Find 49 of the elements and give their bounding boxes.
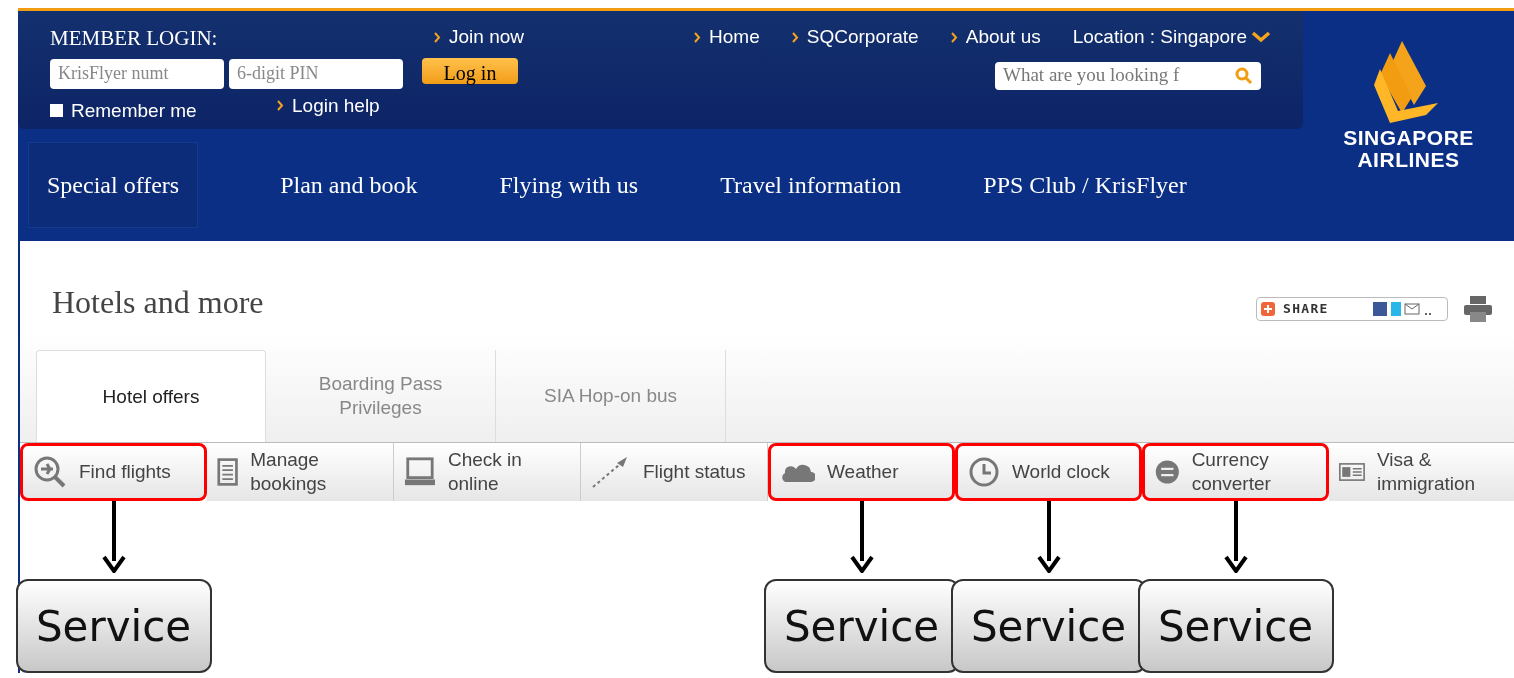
nav-tab[interactable]: Special offers (28, 142, 199, 228)
share-button[interactable]: SHARE (1256, 297, 1448, 321)
top-link[interactable]: SQCorporate (791, 23, 919, 52)
chevron-icon (694, 31, 702, 43)
nav-tab[interactable]: PPS Club / KrisFlyer (965, 142, 1205, 228)
plus-icon (1261, 302, 1275, 316)
logo-text: SINGAPORE AIRLINES (1343, 127, 1474, 171)
remember-checkbox[interactable] (50, 104, 63, 118)
service-item[interactable]: Currency converter (1142, 443, 1329, 501)
login-help-link[interactable]: Login help (277, 91, 524, 120)
service-item[interactable]: Manage bookings (207, 443, 394, 501)
search-icon (1235, 66, 1253, 85)
login-button[interactable]: Log in (422, 57, 518, 84)
id-card-icon (1339, 461, 1365, 483)
pin-field[interactable]: 6-digit PIN (229, 58, 403, 89)
chevron-icon (434, 31, 441, 43)
chevron-icon (277, 100, 284, 112)
service-item[interactable]: World clock (955, 443, 1142, 501)
search-plane-icon (33, 455, 67, 489)
service-item[interactable]: Check in online (394, 443, 581, 501)
clock-icon (968, 456, 1000, 488)
document-icon (217, 456, 239, 488)
top-link[interactable]: About us (950, 23, 1041, 52)
nav-tab[interactable]: Travel information (702, 142, 920, 228)
chevron-down-icon (1251, 31, 1271, 44)
join-link[interactable]: Join now (434, 23, 524, 52)
arrow-icon (1036, 501, 1061, 573)
member-number-field[interactable]: KrisFlyer numt (50, 58, 224, 89)
arrow-icon (849, 501, 874, 573)
login-title: MEMBER LOGIN: (50, 25, 219, 52)
top-link[interactable]: Home (694, 23, 760, 52)
callout-label: Service (1137, 579, 1334, 673)
arrow-icon (1223, 501, 1248, 573)
search-field[interactable]: What are you looking f (995, 61, 1261, 90)
callout-label: Service (15, 579, 212, 673)
service-item[interactable]: Flight status (581, 443, 768, 501)
computer-icon (404, 456, 436, 488)
nav-tab[interactable]: Plan and book (262, 142, 436, 228)
service-item[interactable]: Weather (768, 443, 955, 501)
service-item[interactable]: Find flights (20, 443, 207, 501)
location-selector[interactable]: Location : Singapore (1072, 23, 1271, 52)
chevron-icon (950, 31, 958, 43)
nav-tab[interactable]: Flying with us (481, 142, 657, 228)
chevron-icon (791, 31, 799, 43)
page-title: Hotels and more (52, 283, 264, 322)
arrow-icon (101, 501, 126, 573)
remember-label: Remember me (71, 98, 197, 123)
print-icon (1464, 296, 1492, 322)
content-tab[interactable]: Hotel offers (36, 350, 266, 442)
